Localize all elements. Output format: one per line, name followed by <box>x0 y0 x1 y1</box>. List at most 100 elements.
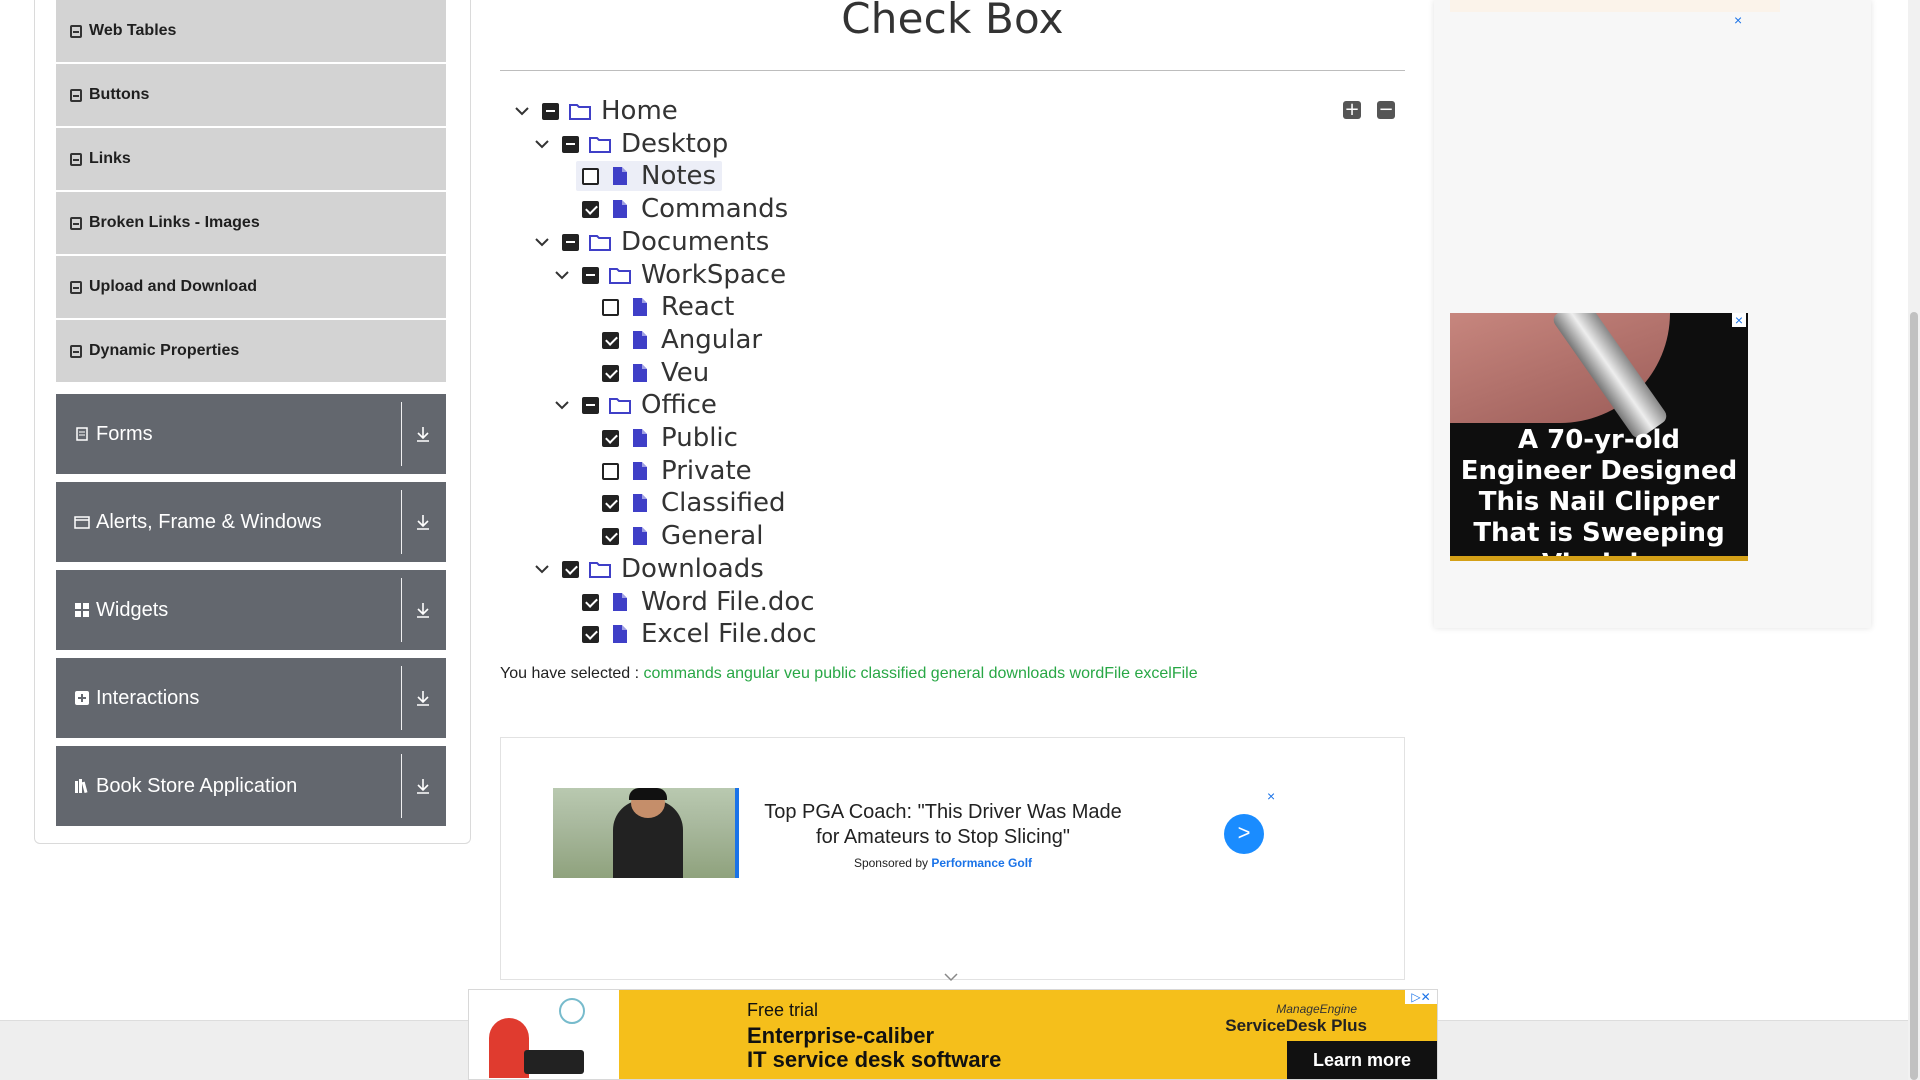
tree-node-label: Commands <box>641 194 789 224</box>
tree-checkbox[interactable] <box>602 429 619 447</box>
learn-more-button[interactable]: Learn more <box>1287 1041 1437 1079</box>
group-alerts-frames-windows[interactable]: Alerts, Frame & Windows <box>56 482 446 562</box>
tree-node-label: Home <box>601 96 678 126</box>
window-icon <box>74 515 90 529</box>
tree-node-label-wrap[interactable]: General <box>602 521 763 551</box>
menu-item-links[interactable]: Links <box>56 128 446 192</box>
tree-checkbox[interactable] <box>582 167 599 185</box>
download-icon[interactable] <box>410 570 436 650</box>
tree-checkbox[interactable] <box>602 331 619 349</box>
chevron-down-icon[interactable] <box>530 557 554 581</box>
scrollbar-thumb[interactable] <box>1910 312 1918 1080</box>
folder-icon <box>609 264 631 286</box>
tree-node-label: Office <box>641 390 717 420</box>
tree-checkbox[interactable] <box>582 266 599 284</box>
menu-item-broken-links[interactable]: Broken Links - Images <box>56 192 446 256</box>
ad-sponsor-name: Performance Golf <box>931 856 1033 870</box>
tree-node-label-wrap[interactable]: Veu <box>602 358 709 388</box>
tree-node-label-wrap[interactable]: Documents <box>562 227 769 257</box>
side-ad-close-icon[interactable]: × <box>1734 12 1742 28</box>
nail-clipper-ad[interactable]: A 70-yr-old Engineer Designed This Nail … <box>1450 313 1748 561</box>
tree-checkbox[interactable] <box>582 593 599 611</box>
tree-node-label-wrap[interactable]: Word File.doc <box>582 587 815 617</box>
download-icon[interactable] <box>410 394 436 474</box>
selection-result: You have selected : commands angular veu… <box>500 665 1198 683</box>
tree-node-label-wrap[interactable]: WorkSpace <box>582 260 786 290</box>
menu-item-label: Broken Links - Images <box>89 214 260 231</box>
chevron-down-icon[interactable] <box>550 263 574 287</box>
tree-node-label-wrap[interactable]: Angular <box>602 325 762 355</box>
group-book-store[interactable]: Book Store Application <box>56 746 446 826</box>
tree-node-label-wrap[interactable]: Home <box>542 96 678 126</box>
tree-node: Excel File.doc <box>582 619 817 649</box>
chevron-down-icon[interactable] <box>944 969 958 987</box>
folder-icon <box>589 231 611 253</box>
tree-node: Word File.doc <box>582 587 815 617</box>
menu-item-web-tables[interactable]: Web Tables <box>56 0 446 64</box>
tree-checkbox[interactable] <box>582 200 599 218</box>
tree-node: Documents <box>530 227 769 257</box>
file-icon <box>609 165 631 187</box>
tree-node-label: Desktop <box>621 129 729 159</box>
tree-node-label-wrap[interactable]: Office <box>582 390 717 420</box>
tree-checkbox[interactable] <box>562 560 579 578</box>
adchoices-icon[interactable]: ▷✕ <box>1405 990 1437 1004</box>
download-icon[interactable] <box>410 482 436 562</box>
tree-checkbox[interactable] <box>602 298 619 316</box>
tree-node-label: General <box>661 521 764 551</box>
group-label: Interactions <box>96 686 200 709</box>
tree-checkbox[interactable] <box>562 135 579 153</box>
group-divider <box>401 666 402 730</box>
chevron-down-icon[interactable] <box>510 99 534 123</box>
tree-node-label-wrap[interactable]: Classified <box>602 488 786 518</box>
tree-node-label-wrap[interactable]: Notes <box>576 161 723 191</box>
tree-checkbox[interactable] <box>582 396 599 414</box>
tree-node-label: React <box>661 292 735 322</box>
list-icon <box>70 24 82 38</box>
bottom-banner-ad[interactable]: Free trial Enterprise-caliber IT service… <box>468 989 1438 1080</box>
group-interactions[interactable]: Interactions <box>56 658 446 738</box>
tree-node: Downloads <box>530 554 764 584</box>
group-widgets[interactable]: Widgets <box>56 570 446 650</box>
chevron-down-icon[interactable] <box>530 230 554 254</box>
tree-node-label-wrap[interactable]: Excel File.doc <box>582 619 817 649</box>
menu-item-upload-download[interactable]: Upload and Download <box>56 256 446 320</box>
menu-item-dynamic-properties[interactable]: Dynamic Properties <box>56 320 446 384</box>
tree-node-label-wrap[interactable]: Public <box>602 423 738 453</box>
tree-checkbox[interactable] <box>582 625 599 643</box>
tree-node-label-wrap[interactable]: React <box>602 292 734 322</box>
ad-image <box>553 788 739 878</box>
ad-container: Top PGA Coach: "This Driver Was Made for… <box>500 737 1405 980</box>
download-icon[interactable] <box>410 658 436 738</box>
group-divider <box>401 402 402 466</box>
tree-node-label-wrap[interactable]: Private <box>602 456 752 486</box>
tree-checkbox[interactable] <box>602 364 619 382</box>
tree-checkbox[interactable] <box>562 233 579 251</box>
golf-ad[interactable]: Top PGA Coach: "This Driver Was Made for… <box>553 788 1279 878</box>
tree-checkbox[interactable] <box>602 527 619 545</box>
ad-line-2a: Enterprise-caliber <box>747 1023 935 1048</box>
expand-all-button[interactable]: + <box>1343 101 1361 119</box>
group-forms[interactable]: Forms <box>56 394 446 474</box>
download-icon[interactable] <box>410 746 436 826</box>
tree-node-label-wrap[interactable]: Desktop <box>562 129 728 159</box>
list-icon <box>70 88 82 102</box>
folder-icon <box>569 100 591 122</box>
file-icon <box>629 492 651 514</box>
tree-checkbox[interactable] <box>602 494 619 512</box>
tree-checkbox[interactable] <box>542 102 559 120</box>
tree-node-label-wrap[interactable]: Downloads <box>562 554 764 584</box>
ad-close-icon[interactable]: × <box>1267 788 1275 804</box>
tree-node-label: Angular <box>661 325 763 355</box>
tree-node-label-wrap[interactable]: Commands <box>582 194 788 224</box>
scrollbar[interactable] <box>1908 0 1920 1080</box>
tree-checkbox[interactable] <box>602 462 619 480</box>
nail-ad-close-icon[interactable]: × <box>1732 313 1746 327</box>
folder-icon <box>589 133 611 155</box>
chevron-down-icon[interactable] <box>550 393 574 417</box>
chevron-down-icon[interactable] <box>530 132 554 156</box>
ad-go-button[interactable]: > <box>1224 814 1264 854</box>
collapse-all-button[interactable]: − <box>1377 101 1395 119</box>
tree-node: Home <box>510 96 678 126</box>
menu-item-buttons[interactable]: Buttons <box>56 64 446 128</box>
